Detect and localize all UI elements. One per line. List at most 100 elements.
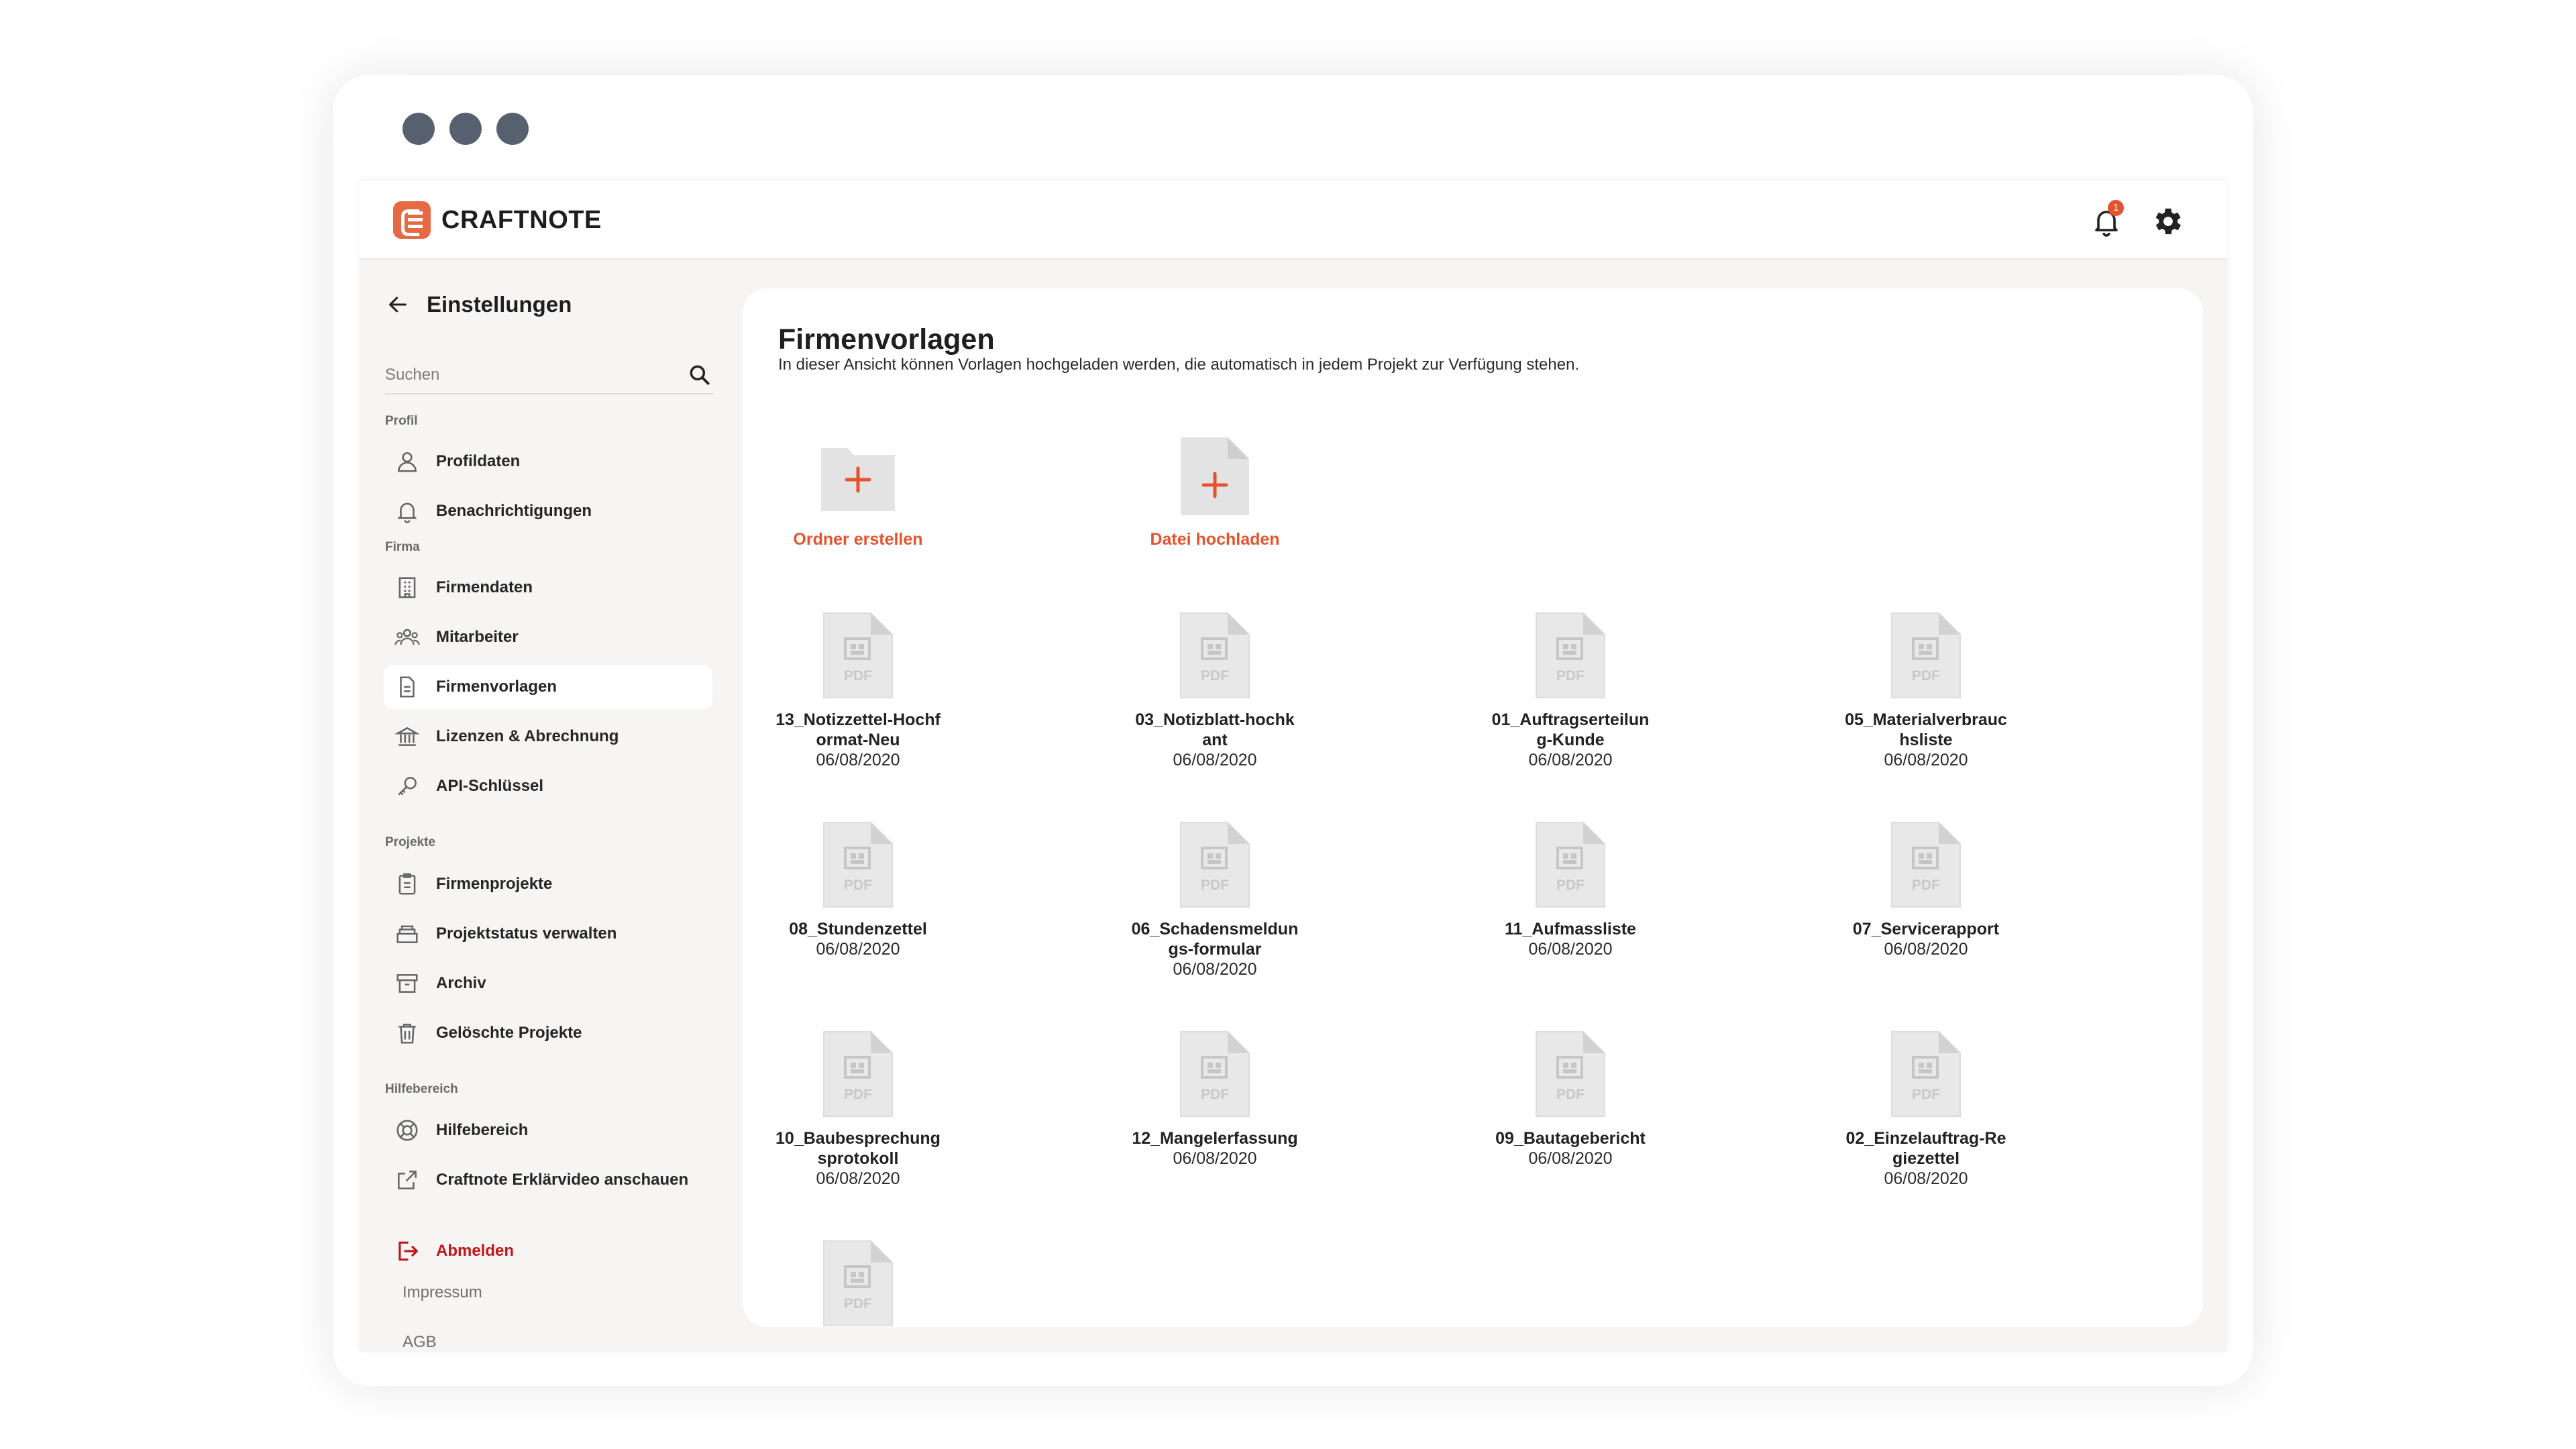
file-name: 03_Notizblatt-hochkant (1135, 710, 1295, 749)
folder-plus-icon (821, 448, 895, 511)
file-date: 06/08/2020 (1173, 1149, 1257, 1168)
pdf-file-icon (1890, 1030, 1962, 1118)
sidebar-item-mitarbeiter[interactable]: Mitarbeiter (384, 616, 712, 659)
file-date: 06/08/2020 (1528, 751, 1613, 769)
pdf-file-icon (822, 1240, 894, 1327)
pdf-file-icon (1179, 1030, 1250, 1118)
file-date: 06/08/2020 (816, 751, 900, 769)
file-item[interactable]: 10_Baubesprechungsprotokoll 06/08/2020 (757, 1030, 959, 1189)
brand-name: CRAFTNOTE (441, 205, 602, 234)
external-link-icon (398, 1171, 417, 1189)
sidebar-item-label: Lizenzen & Abrechnung (436, 727, 619, 745)
sidebar-item-label: Craftnote Erklärvideo anschauen (436, 1171, 689, 1189)
file-name: 07_Servicerapport (1852, 920, 2000, 938)
pdf-file-icon (822, 1030, 894, 1118)
sidebar-item-api-schluessel[interactable]: API-Schlüssel (384, 765, 712, 808)
file-item[interactable]: 13_Notizzettel-Hochformat-Neu 06/08/2020 (757, 612, 959, 770)
section-label-firma: Firma (385, 540, 420, 554)
page-title: Firmenvorlagen (778, 323, 995, 356)
arrow-left-icon (389, 297, 407, 313)
file-item[interactable]: 02_Einzelauftrag-Regiezettel 06/08/2020 (1825, 1030, 2027, 1189)
sidebar-item-firmenvorlagen[interactable]: Firmenvorlagen (384, 665, 712, 708)
craftnote-logo-icon (393, 201, 431, 239)
file-name: 08_Stundenzettel (789, 920, 927, 938)
upload-file-button[interactable]: Datei hochladen (1114, 436, 1316, 564)
pdf-file-icon (1535, 612, 1606, 699)
file-item[interactable]: 11_Aufmassliste 06/08/2020 (1470, 821, 1671, 959)
lifebuoy-icon (396, 1120, 418, 1141)
search-input[interactable] (385, 361, 667, 389)
bank-icon (394, 727, 420, 746)
create-folder-button[interactable]: Ordner erstellen (757, 436, 959, 564)
file-name: 05_Materialverbrauchsliste (1845, 710, 2007, 749)
file-name: 09_Bautagebericht (1495, 1129, 1646, 1148)
impressum-link[interactable]: Impressum (402, 1283, 482, 1302)
sidebar-item-label: Archiv (436, 974, 486, 992)
file-item[interactable]: 07_Servicerapport 06/08/2020 (1825, 821, 2027, 959)
file-date: 06/08/2020 (1528, 940, 1613, 959)
craftnote-logo[interactable]: CRAFTNOTE (393, 201, 602, 239)
file-item[interactable]: 05_Materialverbrauchsliste 06/08/2020 (1825, 612, 2027, 770)
file-date: 06/08/2020 (1884, 1169, 1968, 1188)
settings-sidebar: Einstellungen Profil Profildaten Benachr… (360, 258, 722, 1352)
gear-icon[interactable] (2149, 204, 2184, 239)
file-item[interactable] (757, 1240, 959, 1327)
sidebar-item-label: Firmendaten (436, 578, 533, 596)
sidebar-item-profildaten[interactable]: Profildaten (384, 440, 712, 483)
templates-panel: Firmenvorlagen In dieser Ansicht können … (743, 288, 2203, 1327)
key-icon (398, 777, 417, 796)
back-button[interactable]: Einstellungen (386, 292, 572, 317)
pdf-file-icon (822, 612, 894, 699)
sidebar-item-hilfebereich[interactable]: Hilfebereich (384, 1109, 712, 1152)
file-plus-icon (1181, 437, 1249, 515)
file-date: 06/08/2020 (1884, 940, 1968, 959)
file-date: 06/08/2020 (816, 940, 900, 959)
file-item[interactable]: 01_Auftragserteilung-Kunde 06/08/2020 (1470, 612, 1671, 770)
pdf-file-icon (1179, 612, 1250, 699)
archive-icon (396, 974, 418, 993)
settings-title: Einstellungen (427, 292, 572, 317)
building-icon (398, 577, 416, 598)
sidebar-item-erklaervideo[interactable]: Craftnote Erklärvideo anschauen (384, 1159, 712, 1201)
sidebar-item-label: Hilfebereich (436, 1121, 529, 1139)
sidebar-item-label: Projektstatus verwalten (436, 924, 617, 943)
pdf-file-icon (1535, 1030, 1606, 1118)
sidebar-item-firmendaten[interactable]: Firmendaten (384, 566, 712, 609)
pdf-file-icon (1890, 821, 1962, 908)
logout-button[interactable]: Abmelden (384, 1230, 712, 1273)
search-icon[interactable] (687, 362, 712, 388)
file-item[interactable]: 03_Notizblatt-hochkant 06/08/2020 (1114, 612, 1316, 770)
notification-badge: 1 (2108, 200, 2124, 216)
search-box (385, 361, 714, 394)
window-dot-maximize[interactable] (496, 113, 529, 145)
file-date: 06/08/2020 (816, 1169, 900, 1188)
agb-link[interactable]: AGB (402, 1333, 437, 1352)
sidebar-item-firmenprojekte[interactable]: Firmenprojekte (384, 863, 712, 906)
sidebar-item-benachrichtigungen[interactable]: Benachrichtigungen (384, 490, 712, 533)
file-item[interactable]: 08_Stundenzettel 06/08/2020 (757, 821, 959, 959)
sidebar-item-projektstatus[interactable]: Projektstatus verwalten (384, 912, 712, 955)
sidebar-item-label: Mitarbeiter (436, 628, 519, 646)
create-folder-label: Ordner erstellen (793, 530, 923, 549)
sidebar-item-geloeschte-projekte[interactable]: Gelöschte Projekte (384, 1012, 712, 1055)
file-name: 06_Schadensmeldungs-formular (1131, 920, 1299, 959)
sidebar-item-lizenzen[interactable]: Lizenzen & Abrechnung (384, 715, 712, 758)
file-name: 12_Mangelerfassung (1132, 1129, 1298, 1148)
section-label-hilfebereich: Hilfebereich (385, 1082, 458, 1096)
section-label-projekte: Projekte (385, 835, 435, 849)
team-icon (394, 629, 420, 645)
file-item[interactable]: 12_Mangelerfassung 06/08/2020 (1114, 1030, 1316, 1169)
window-dot-close[interactable] (402, 113, 435, 145)
file-name: 01_Auftragserteilung-Kunde (1491, 710, 1650, 749)
file-item[interactable]: 06_Schadensmeldungs-formular 06/08/2020 (1114, 821, 1316, 979)
logout-label: Abmelden (436, 1242, 515, 1260)
pdf-file-icon (822, 821, 894, 908)
logout-icon (398, 1241, 418, 1261)
sidebar-item-label: API-Schlüssel (436, 777, 544, 795)
window-dot-minimize[interactable] (449, 113, 482, 145)
layers-icon (396, 925, 418, 943)
file-name: 13_Notizzettel-Hochformat-Neu (775, 710, 941, 749)
page-subtitle: In dieser Ansicht können Vorlagen hochge… (778, 356, 1580, 374)
sidebar-item-archiv[interactable]: Archiv (384, 962, 712, 1005)
file-item[interactable]: 09_Bautagebericht 06/08/2020 (1470, 1030, 1671, 1169)
